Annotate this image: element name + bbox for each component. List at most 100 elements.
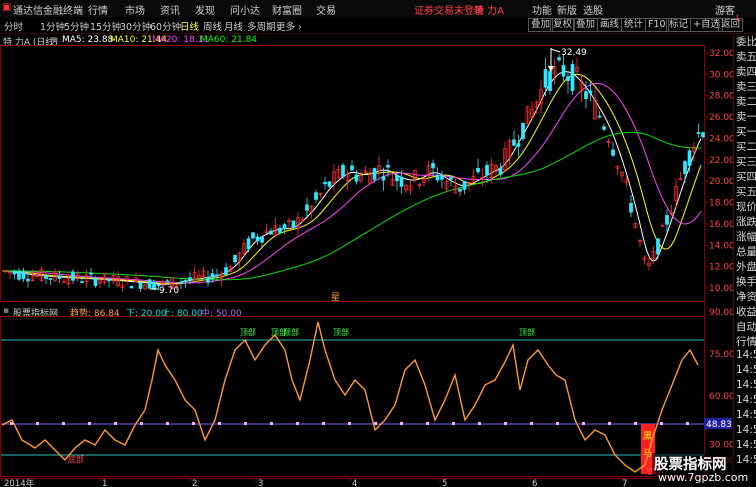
candle-body	[269, 230, 273, 235]
panel-item: 卖二	[736, 96, 756, 108]
candle-body	[188, 277, 192, 281]
candle-body	[215, 274, 219, 277]
panel-item: 收益	[736, 306, 756, 318]
panel-item: 行情	[736, 336, 756, 348]
mid-dot	[504, 422, 507, 425]
candle-body	[611, 149, 615, 156]
candle-body	[665, 215, 669, 225]
panel-item: 净资	[736, 291, 756, 303]
panel-item: 14:5	[736, 409, 756, 421]
candle-body	[129, 285, 134, 289]
panel-item: 买三	[736, 156, 756, 168]
panel-item: 买四	[736, 171, 756, 183]
candle-body	[48, 278, 53, 280]
mid-dot	[608, 422, 611, 425]
candle-body	[12, 271, 17, 275]
time-tick-label: 4	[352, 479, 357, 487]
candle-body	[210, 273, 215, 278]
candle-body	[498, 167, 503, 175]
candle-body	[183, 279, 188, 282]
candle-body	[341, 164, 345, 177]
candle-body	[354, 174, 359, 182]
candle-body	[588, 90, 593, 94]
candle-body	[566, 76, 570, 81]
ma60-line	[2, 131, 701, 281]
mid-dot	[660, 422, 663, 425]
candle-body	[696, 132, 701, 134]
candle-body	[462, 180, 467, 190]
panel-item: 卖四	[736, 66, 756, 78]
candle-body	[386, 164, 390, 168]
top-label-5: 顶部	[519, 327, 535, 337]
indicator-tick-label: 60.00	[709, 392, 733, 402]
candle-body	[431, 163, 435, 169]
candle-body	[71, 271, 75, 281]
panel-item: 卖三	[736, 81, 756, 93]
indicator-tick-label: 30.00	[709, 441, 733, 451]
panel-item: 买一	[736, 126, 756, 138]
panel-item[interactable]: 自动	[736, 319, 756, 334]
candle-body	[512, 139, 516, 146]
mid-dot	[530, 422, 533, 425]
candle-body	[305, 204, 309, 211]
time-tick-label: 7	[622, 479, 627, 487]
panel-item: 14:5	[736, 454, 756, 466]
price-tick-label: 28.00	[709, 92, 733, 102]
time-tick-label: 2	[192, 479, 197, 487]
top-label-1: 顶部	[240, 327, 256, 337]
candle-body	[440, 175, 444, 180]
candle-body	[152, 282, 156, 290]
candle-body	[597, 115, 602, 118]
mid-dot	[582, 422, 585, 425]
candle-body	[255, 236, 260, 242]
low-price-label: 9.70	[159, 286, 179, 296]
candle-body	[233, 254, 237, 263]
trend-line	[1, 321, 699, 473]
mid-dot	[166, 422, 169, 425]
star-marker: 星	[331, 292, 340, 303]
price-tick-label: 10.00	[709, 284, 733, 294]
candle-body	[395, 175, 399, 182]
candle-body	[323, 181, 327, 185]
candle-body	[602, 126, 606, 130]
panel-item: 卖一	[736, 111, 756, 123]
time-tick-label: 5	[442, 479, 447, 487]
candle-body	[485, 164, 489, 176]
candle-body	[21, 271, 26, 280]
mid-dot	[192, 422, 195, 425]
time-tick-label: 2014年	[4, 478, 35, 487]
mid-dot	[140, 422, 143, 425]
candle-body	[282, 224, 287, 230]
candle-body	[314, 192, 318, 200]
mid-dot	[556, 422, 559, 425]
candle-body	[206, 277, 210, 283]
candle-body	[44, 275, 48, 279]
candle-body	[26, 278, 30, 282]
price-tick-label: 12.00	[709, 263, 733, 273]
candle-body	[80, 281, 84, 283]
top-label-3: 顶部	[283, 327, 299, 337]
mid-dot	[686, 422, 689, 425]
time-tick-label: 6	[532, 479, 537, 487]
mid-dot	[374, 422, 377, 425]
top-label-4: 顶部	[333, 327, 349, 337]
indicator-tick-label: 90.00	[709, 308, 733, 318]
candle-body	[683, 161, 687, 175]
candle-body	[399, 176, 404, 187]
candle-body	[291, 220, 296, 229]
candle-body	[165, 280, 170, 283]
candle-body	[701, 132, 705, 138]
candle-body	[435, 175, 440, 181]
candle-body	[476, 167, 480, 173]
candle-body	[629, 202, 633, 213]
candle-body	[17, 270, 21, 280]
candlesticks	[3, 54, 705, 293]
watermark-url: www.7gpzb.com	[658, 471, 749, 484]
chart-canvas[interactable]: 32.00 30.00 28.00 26.00 24.00 22.00 20.00 18.00…	[0, 0, 733, 487]
candle-body	[57, 275, 62, 279]
price-axis: 32.00 30.00 28.00 26.00 24.00 22.00 20.00 18.00…	[704, 49, 733, 294]
mid-dot	[348, 422, 351, 425]
mid-dot	[244, 422, 247, 425]
candle-body	[543, 69, 548, 88]
mid-dot	[426, 422, 429, 425]
